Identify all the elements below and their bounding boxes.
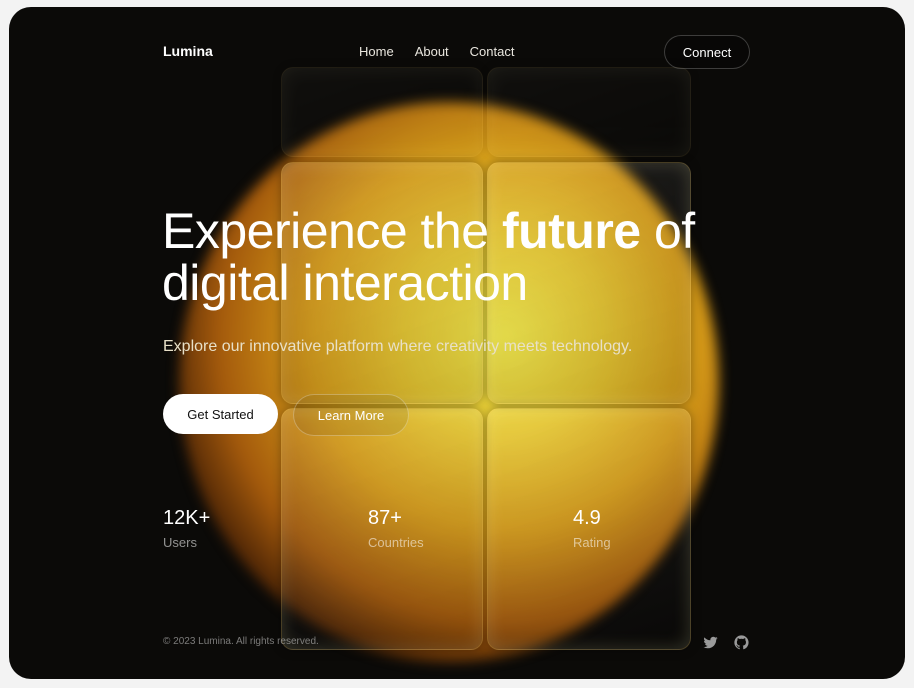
twitter-icon[interactable] xyxy=(702,634,719,651)
stat-countries: 87+ Countries xyxy=(368,507,424,550)
stat-rating: 4.9 Rating xyxy=(573,507,611,550)
stat-label: Rating xyxy=(573,535,611,550)
connect-button[interactable]: Connect xyxy=(664,35,750,69)
headline-emphasis: future xyxy=(501,203,641,259)
brand-logo[interactable]: Lumina xyxy=(163,43,213,59)
stat-label: Users xyxy=(163,535,197,550)
main-nav: Home About Contact xyxy=(359,44,514,59)
stat-value: 4.9 xyxy=(573,507,601,529)
nav-item-contact[interactable]: Contact xyxy=(470,44,515,59)
nav-item-about[interactable]: About xyxy=(415,44,449,59)
footer-copyright: © 2023 Lumina. All rights reserved. xyxy=(163,636,319,647)
stat-value: 87+ xyxy=(368,507,402,529)
page-frame: Lumina Home About Contact Connect Experi… xyxy=(9,7,905,679)
headline-part1: Experience the xyxy=(162,203,502,259)
stat-label: Countries xyxy=(368,535,424,550)
hero-content: Lumina Home About Contact Connect Experi… xyxy=(9,7,905,679)
hero-headline: Experience the future of digital interac… xyxy=(162,205,802,309)
hero-subtitle: Explore our innovative platform where cr… xyxy=(163,338,633,355)
nav-item-home[interactable]: Home xyxy=(359,44,394,59)
stat-value: 12K+ xyxy=(163,507,211,529)
github-icon[interactable] xyxy=(733,634,750,651)
learn-more-button[interactable]: Learn More xyxy=(293,394,409,436)
stat-users: 12K+ Users xyxy=(163,507,210,550)
get-started-button[interactable]: Get Started xyxy=(163,394,278,434)
